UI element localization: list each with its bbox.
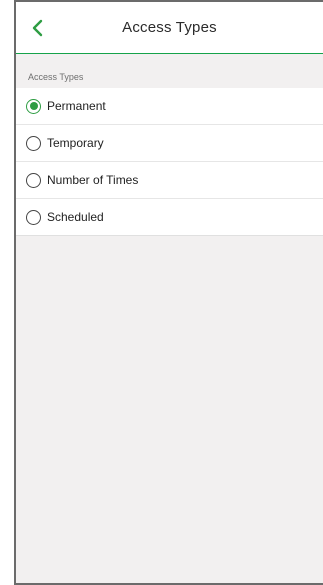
- radio-selected-icon[interactable]: [26, 98, 41, 114]
- option-number-of-times[interactable]: Number of Times: [16, 162, 323, 199]
- radio-unselected-icon[interactable]: [26, 135, 41, 151]
- chevron-left-icon: [32, 19, 43, 37]
- option-label: Permanent: [47, 99, 106, 113]
- phone-screen: Access Types Access Types Permanent Temp…: [14, 0, 323, 585]
- option-scheduled[interactable]: Scheduled: [16, 199, 323, 236]
- option-label: Temporary: [47, 136, 104, 150]
- header-bar: Access Types: [16, 2, 323, 54]
- access-type-list: Permanent Temporary Number of Times Sche…: [16, 88, 323, 236]
- page-title: Access Types: [122, 19, 217, 36]
- option-label: Scheduled: [47, 210, 104, 224]
- radio-unselected-icon[interactable]: [26, 209, 41, 225]
- radio-unselected-icon[interactable]: [26, 172, 41, 188]
- back-button[interactable]: [26, 16, 50, 40]
- option-label: Number of Times: [47, 173, 139, 187]
- option-temporary[interactable]: Temporary: [16, 125, 323, 162]
- option-permanent[interactable]: Permanent: [16, 88, 323, 125]
- section-label: Access Types: [16, 54, 323, 88]
